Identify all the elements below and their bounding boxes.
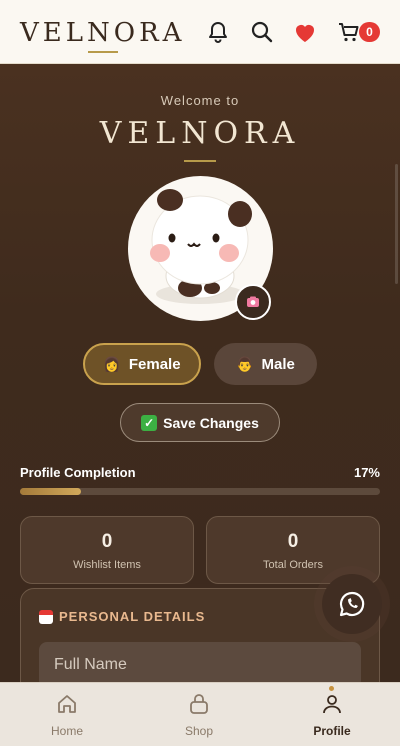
nav-profile-label: Profile <box>313 724 351 738</box>
profile-completion-fill <box>20 488 82 495</box>
female-face-icon: 👩 <box>103 355 121 372</box>
orders-label: Total Orders <box>263 559 323 571</box>
cart-icon[interactable] <box>337 20 361 44</box>
full-name-input[interactable] <box>39 642 361 682</box>
home-icon <box>58 695 76 713</box>
brand-underline <box>88 51 118 53</box>
gender-male-button[interactable]: 👨 Male <box>214 343 317 385</box>
whatsapp-icon <box>339 591 365 617</box>
top-header: VELNORA 0 <box>0 0 400 64</box>
camera-icon <box>247 296 259 307</box>
nav-shop-label: Shop <box>184 724 214 738</box>
wishlist-label: Wishlist Items <box>73 559 141 571</box>
cart-count-badge: 0 <box>359 22 380 42</box>
active-indicator-dot <box>329 686 334 691</box>
whatsapp-chat-button[interactable] <box>322 574 382 634</box>
gender-female-label: Female <box>128 355 181 373</box>
brand-logo[interactable]: VELNORA <box>20 18 185 48</box>
gender-male-label: Male <box>261 355 295 373</box>
save-changes-label: Save Changes <box>163 414 259 431</box>
save-changes-button[interactable]: ✓ Save Changes <box>120 403 280 442</box>
profile-main: Welcome to VELNORA 👩 Female 👨 Male ✓ Sav <box>0 64 400 682</box>
profile-completion-bar <box>20 488 380 495</box>
change-photo-button[interactable] <box>235 284 271 320</box>
wishlist-count: 0 <box>101 531 113 552</box>
hero-divider <box>184 160 216 162</box>
orders-count: 0 <box>287 531 299 552</box>
profile-completion-value: 17% <box>353 465 380 480</box>
check-icon: ✓ <box>141 414 158 431</box>
nav-shop[interactable]: Shop <box>159 693 239 738</box>
shopping-bag-icon <box>190 694 208 714</box>
gender-female-button[interactable]: 👩 Female <box>83 343 201 385</box>
nav-home[interactable]: Home <box>27 693 107 738</box>
hero-brand: VELNORA <box>99 116 301 151</box>
male-face-icon: 👨 <box>236 355 254 372</box>
heart-icon[interactable] <box>293 20 317 44</box>
personal-details-title: PERSONAL DETAILS <box>59 609 206 624</box>
nav-profile[interactable]: Profile <box>292 686 372 738</box>
bottom-navigation: Home Shop Profile <box>0 682 400 746</box>
welcome-text: Welcome to <box>160 93 240 108</box>
personal-details-heading: PERSONAL DETAILS <box>39 609 205 624</box>
calendar-icon <box>39 609 53 624</box>
wishlist-stat-card[interactable]: 0 Wishlist Items <box>20 516 194 584</box>
scrollbar-thumb[interactable] <box>395 164 398 284</box>
user-icon <box>323 695 341 714</box>
bell-icon[interactable] <box>206 20 230 44</box>
profile-completion-label: Profile Completion <box>20 465 136 480</box>
search-icon[interactable] <box>250 20 274 44</box>
nav-home-label: Home <box>50 724 83 738</box>
